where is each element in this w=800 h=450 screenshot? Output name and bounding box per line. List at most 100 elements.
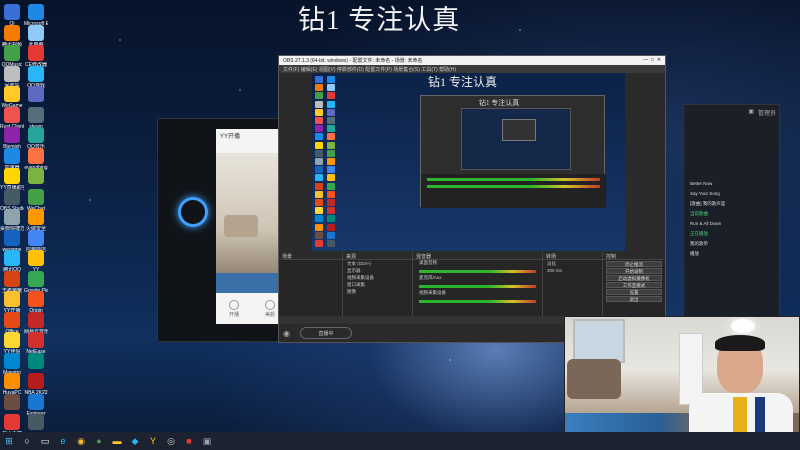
qq-icon[interactable]: ◆ — [128, 434, 142, 448]
app-icon — [4, 209, 20, 225]
captured-icon — [315, 223, 323, 231]
close-icon[interactable]: ✕ — [657, 57, 661, 63]
studio-mode-button[interactable]: 工作室模式 — [606, 282, 662, 288]
source-item[interactable]: 图像 — [343, 288, 412, 295]
yy-beauty-button[interactable]: 美颜 — [264, 300, 275, 318]
chat-item[interactable]: Say Your Song — [684, 189, 779, 199]
source-item[interactable]: 文本 (GDI+) — [343, 260, 412, 267]
exit-button[interactable]: 退出 — [606, 296, 662, 302]
captured-icon — [327, 125, 335, 133]
app-icon — [28, 393, 44, 410]
sources-dock[interactable]: 来源 文本 (GDI+) 显示器 视频采集设备 窗口采集 图像 — [343, 252, 413, 316]
maximize-icon[interactable]: □ — [651, 57, 654, 63]
search-icon[interactable]: ○ — [20, 434, 34, 448]
app-icon — [28, 45, 44, 61]
captured-icon — [315, 190, 323, 198]
camera-icon[interactable]: ▣ — [200, 434, 214, 448]
obs-menubar[interactable]: 文件(F) 编辑(E) 视图(V) 停靠部件(D) 配置文件(P) 场景集合(S… — [279, 65, 665, 73]
live-status-button[interactable]: 直播中 — [299, 327, 352, 339]
settings-button[interactable]: 设置 — [606, 289, 662, 295]
app-icon — [28, 291, 44, 307]
wechat-icon[interactable]: ● — [92, 434, 106, 448]
transition-duration[interactable]: 300 ms — [543, 267, 602, 274]
stop-streaming-button[interactable]: 停止推流 — [606, 261, 662, 267]
windows-icon[interactable]: ⊞ — [2, 434, 16, 448]
obs-icon[interactable]: ◎ — [164, 434, 178, 448]
virtual-camera-button[interactable]: 启动虚拟摄像机 — [606, 275, 662, 281]
app-icon — [4, 352, 20, 369]
chat-item[interactable]: Run & All Down — [684, 219, 779, 229]
audio-mixer-dock[interactable]: 混音器 桌面音频 麦克风/Aux 视频采集设备 — [413, 252, 543, 316]
captured-icon — [327, 223, 335, 231]
captured-icon — [315, 158, 323, 165]
beauty-icon — [264, 300, 275, 310]
chat-panel-header: ▣ 管理员 — [684, 105, 779, 119]
chrome-icon[interactable]: ◉ — [74, 434, 88, 448]
chat-item[interactable]: Better Now — [684, 179, 779, 189]
windows-taskbar: ⊞ ○ ▭ e ◉ ● ▬ ◆ Y ◎ ■ ▣ — [0, 432, 800, 450]
obs-preview-canvas[interactable]: 钻1 专注认真 钻1 专注认真 — [312, 73, 625, 251]
game-icon[interactable]: ■ — [182, 434, 196, 448]
yy-start-live-label: 开播 — [228, 312, 239, 318]
captured-icon — [327, 117, 335, 124]
mixer-channel-label: 视频采集设备 — [419, 290, 446, 295]
chat-item[interactable]: 当前歌曲 — [684, 209, 779, 219]
nested-title-text: 钻1 专注认真 — [479, 99, 520, 107]
obs-dock-area: 场景 来源 文本 (GDI+) 显示器 视频采集设备 窗口采集 图像 混音器 桌… — [279, 252, 665, 324]
obs-window-title: OBS 27.1.3 (64-bit, windows) - 配置文件: 未命名… — [283, 58, 423, 64]
source-item[interactable]: 视频采集设备 — [343, 274, 412, 281]
app-icon — [4, 65, 20, 82]
chat-item[interactable]: 播放 — [684, 249, 779, 259]
obs-titlebar[interactable]: OBS 27.1.3 (64-bit, windows) - 配置文件: 未命名… — [279, 56, 665, 65]
transition-select[interactable]: 淡化 — [543, 260, 602, 267]
app-icon — [4, 373, 20, 389]
captured-icon — [327, 100, 335, 108]
audio-meter[interactable] — [419, 285, 536, 288]
captured-icon — [327, 207, 335, 215]
captured-icon — [315, 125, 323, 133]
stream-title-overlay: 钻1 专注认真 — [298, 5, 461, 35]
app-icon — [28, 270, 44, 287]
scenes-dock[interactable]: 场景 — [279, 252, 343, 316]
app-icon — [4, 393, 20, 410]
app-icon — [4, 147, 20, 164]
transitions-header: 转场 — [543, 252, 602, 260]
minimize-icon[interactable]: — — [643, 57, 648, 63]
captured-icon — [327, 199, 335, 206]
chat-item[interactable]: [歌曲] 我的歌声里 — [684, 199, 779, 209]
sources-header: 来源 — [343, 252, 412, 260]
webcam-overlay — [564, 316, 800, 450]
captured-icon — [315, 182, 323, 190]
captured-icon — [327, 231, 335, 239]
yy-live-window[interactable]: YY开播 开播 美颜 — [157, 118, 289, 342]
source-item[interactable]: 窗口采集 — [343, 281, 412, 288]
yy-icon[interactable]: Y — [146, 434, 160, 448]
yy-start-live-button[interactable]: 开播 — [228, 300, 239, 318]
transitions-dock[interactable]: 转场 淡化 300 ms — [543, 252, 603, 316]
audio-meter[interactable] — [419, 300, 536, 303]
captured-icon — [315, 240, 323, 247]
task-view-icon[interactable]: ▭ — [38, 434, 52, 448]
captured-icon — [315, 149, 323, 157]
admin-icon: ▣ — [748, 109, 754, 115]
app-icon — [4, 250, 20, 266]
app-icon — [4, 86, 20, 102]
folder-icon[interactable]: ▬ — [110, 434, 124, 448]
captured-icon — [327, 149, 335, 157]
app-icon — [28, 147, 44, 164]
app-icon — [4, 270, 20, 287]
audio-meter[interactable] — [419, 270, 536, 273]
start-recording-button[interactable]: 开始录制 — [606, 268, 662, 274]
controls-dock: 控制 停止推流 开始录制 启动虚拟摄像机 工作室模式 设置 退出 — [603, 252, 665, 316]
edge-icon[interactable]: e — [56, 434, 70, 448]
captured-icon — [327, 108, 335, 116]
chat-song-panel[interactable]: ▣ 管理员 Better Now Say Your Song [歌曲] 我的歌声里当… — [683, 104, 780, 326]
source-item[interactable]: 显示器 — [343, 267, 412, 274]
chat-item[interactable]: 正在播放 — [684, 229, 779, 239]
captured-icon — [327, 84, 335, 92]
captured-icon — [327, 92, 335, 100]
chat-item[interactable]: 我的歌单 — [684, 239, 779, 249]
obs-main-window[interactable]: OBS 27.1.3 (64-bit, windows) - 配置文件: 未命名… — [278, 55, 666, 343]
app-icon — [4, 4, 20, 20]
mixer-header: 混音器 — [413, 252, 542, 260]
